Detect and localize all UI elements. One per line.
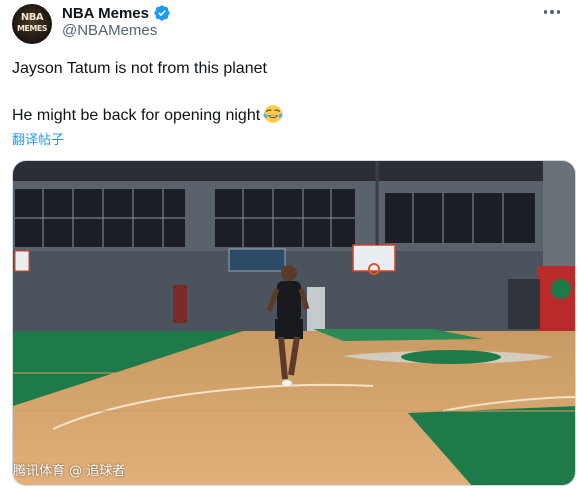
more-icon[interactable]: [540, 2, 564, 22]
window-center: [215, 189, 355, 247]
window-left: [15, 189, 185, 247]
tweet-text: Jayson Tatum is not from this planet He …: [12, 58, 566, 124]
window-right: [385, 193, 535, 243]
translate-link[interactable]: 翻译帖子: [12, 129, 64, 148]
tweet-gap: [12, 78, 566, 104]
verified-badge-icon: [154, 5, 170, 21]
video-media[interactable]: 腾讯体育 @ 追球者: [12, 160, 576, 486]
tweet-line-2-text: He might be back for opening night: [12, 107, 261, 124]
avatar-logo-bottom: MEMES: [16, 24, 48, 33]
avatar-logo-top: NBA: [20, 12, 44, 23]
video-watermark: 腾讯体育 @ 追球者: [13, 464, 126, 479]
tweet-line-2: He might be back for opening night: [12, 104, 566, 124]
handle[interactable]: @NBAMemes: [62, 22, 157, 39]
display-name[interactable]: NBA Memes: [62, 5, 149, 22]
avatar[interactable]: NBA MEMES: [12, 4, 52, 44]
tweet-header: NBA MEMES NBA Memes @NBAMemes: [12, 0, 566, 44]
tweet-line-1: Jayson Tatum is not from this planet: [12, 60, 267, 77]
gym-scene: [13, 161, 575, 485]
name-row: NBA Memes: [62, 3, 171, 23]
face-with-tears-of-joy-icon: [263, 105, 283, 123]
